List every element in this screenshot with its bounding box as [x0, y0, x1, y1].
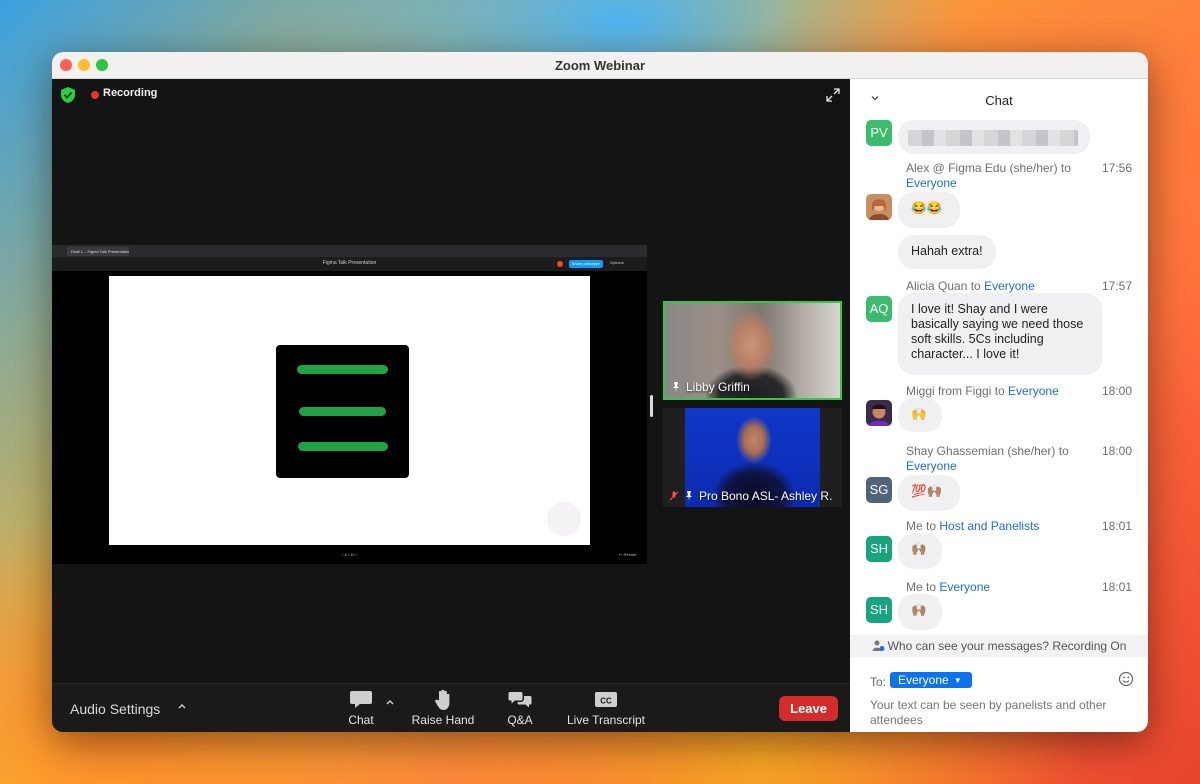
qa-button[interactable]: Q&A	[498, 689, 542, 727]
message-bubble: I love it! Shay and I were basically say…	[898, 293, 1102, 375]
window-title: Zoom Webinar	[554, 58, 646, 73]
emoji-icon[interactable]	[1118, 671, 1134, 687]
zoom-window: Zoom Webinar Recording Draft 1 – Figma T…	[52, 52, 1148, 732]
message-bubble: 🙌🏽	[898, 594, 942, 630]
qa-icon	[508, 692, 532, 708]
raise-hand-icon	[435, 689, 450, 710]
recipient-dropdown[interactable]: Everyone ▼	[890, 672, 972, 688]
message-time: 18:00	[1101, 384, 1132, 398]
audio-settings-button[interactable]: Audio Settings	[70, 701, 160, 717]
shield-icon[interactable]	[61, 87, 75, 103]
qa-label: Q&A	[507, 713, 533, 727]
shared-share-button: Share prototype	[569, 260, 603, 268]
avatar	[866, 194, 892, 220]
leave-button[interactable]: Leave	[779, 696, 838, 721]
message-time: 18:00	[1101, 444, 1132, 458]
message-bubble: 🙌🏽	[898, 533, 942, 569]
cc-icon: CC	[595, 692, 617, 707]
chat-panel: Chat PV Alex @ Figma Edu (she/her) to Eve…	[850, 79, 1148, 732]
chevron-up-icon[interactable]	[177, 701, 187, 711]
presentation-slide	[109, 276, 590, 545]
mic-muted-icon	[669, 491, 679, 501]
who-can-see-button[interactable]: Who can see your messages? Recording On	[850, 635, 1148, 657]
title-bar: Zoom Webinar	[52, 52, 1148, 79]
people-icon	[872, 640, 885, 651]
menu-card-graphic	[276, 345, 409, 478]
dropdown-caret-icon: ▼	[953, 676, 962, 685]
slide-pager: ‹ 6 / 10 ›	[342, 552, 357, 557]
participant-tile[interactable]: Pro Bono ASL- Ashley R.	[663, 408, 842, 507]
chat-button[interactable]: Chat	[338, 689, 384, 727]
to-label: To:	[870, 675, 887, 689]
message-bubble: Hahah extra!	[898, 235, 996, 269]
message-sender: Me to Everyone	[906, 580, 991, 594]
green-bar	[298, 442, 388, 451]
participant-name: Pro Bono ASL- Ashley R.	[699, 489, 833, 503]
chat-title: Chat	[985, 93, 1013, 108]
participant-tile[interactable]: Libby Griffin	[663, 301, 842, 400]
message-sender: Alicia Quan to Everyone	[906, 279, 1035, 293]
recording-dot-icon	[91, 91, 99, 99]
raise-hand-button[interactable]: Raise Hand	[406, 689, 480, 727]
video-stage: Recording Draft 1 – Figma Talk Presentat…	[52, 79, 850, 683]
participant-name: Libby Griffin	[686, 380, 750, 394]
chat-message-list[interactable]: PV Alex @ Figma Edu (she/her) to Everyone…	[850, 115, 1148, 631]
cursor-highlight	[547, 502, 581, 536]
message-time: 17:56	[1101, 161, 1132, 175]
pin-icon	[686, 491, 692, 501]
recording-label: Recording	[103, 87, 158, 99]
chevron-up-icon[interactable]	[385, 697, 395, 707]
chat-header: Chat	[850, 79, 1148, 115]
pin-icon	[673, 382, 679, 392]
live-transcript-button[interactable]: CC Live Transcript	[564, 689, 648, 727]
shared-options: Options	[610, 260, 624, 265]
message-sender: Miggi from Figgi to Everyone	[906, 384, 1059, 398]
avatar	[866, 400, 892, 426]
chat-input[interactable]	[870, 698, 1132, 730]
avatar: SH	[866, 597, 892, 623]
message-sender: Alex @ Figma Edu (she/her) to Everyone	[906, 161, 1071, 190]
message-time: 18:01	[1101, 519, 1132, 533]
message-bubble: 😂😂	[898, 192, 960, 228]
panel-resize-handle[interactable]	[650, 395, 653, 417]
svg-text:CC: CC	[600, 697, 612, 706]
shared-browser-tabbar: Draft 1 – Figma Talk Presentation	[52, 245, 647, 257]
user-photo-icon	[866, 400, 892, 426]
shared-tab: Draft 1 – Figma Talk Presentation	[67, 247, 129, 256]
slide-restart: ↩ Restart	[619, 552, 637, 557]
message-sender: Me to Host and Panelists	[906, 519, 1040, 533]
chat-button-label: Chat	[348, 713, 374, 727]
meeting-toolbar: Audio Settings Chat Raise Hand Q&A CC Li…	[52, 683, 850, 732]
message-bubble: 💯🙌🏽	[898, 475, 960, 511]
avatar: SH	[866, 536, 892, 562]
live-transcript-label: Live Transcript	[566, 713, 646, 727]
message-bubble: 🙌	[898, 398, 942, 432]
user-photo-icon	[866, 194, 892, 220]
who-can-see-text: Who can see your messages? Recording On	[887, 639, 1127, 653]
message-time: 18:01	[1101, 580, 1132, 594]
green-bar	[299, 407, 386, 416]
message-bubble	[898, 120, 1090, 154]
avatar: PV	[866, 120, 892, 146]
green-bar	[297, 365, 388, 374]
expand-icon[interactable]	[826, 88, 840, 102]
redacted-text	[908, 130, 1078, 146]
message-sender: Shay Ghassemian (she/her) to Everyone	[906, 444, 1069, 473]
raise-hand-label: Raise Hand	[411, 713, 475, 727]
shared-screen: Draft 1 – Figma Talk Presentation Figma …	[52, 245, 647, 564]
avatar: AQ	[866, 296, 892, 322]
shared-user-avatar	[557, 261, 563, 267]
avatar: SG	[866, 477, 892, 503]
chat-icon	[350, 691, 372, 708]
message-time: 17:57	[1101, 279, 1132, 293]
shared-figma-toolbar: Figma Talk Presentation Share prototype …	[52, 257, 647, 271]
